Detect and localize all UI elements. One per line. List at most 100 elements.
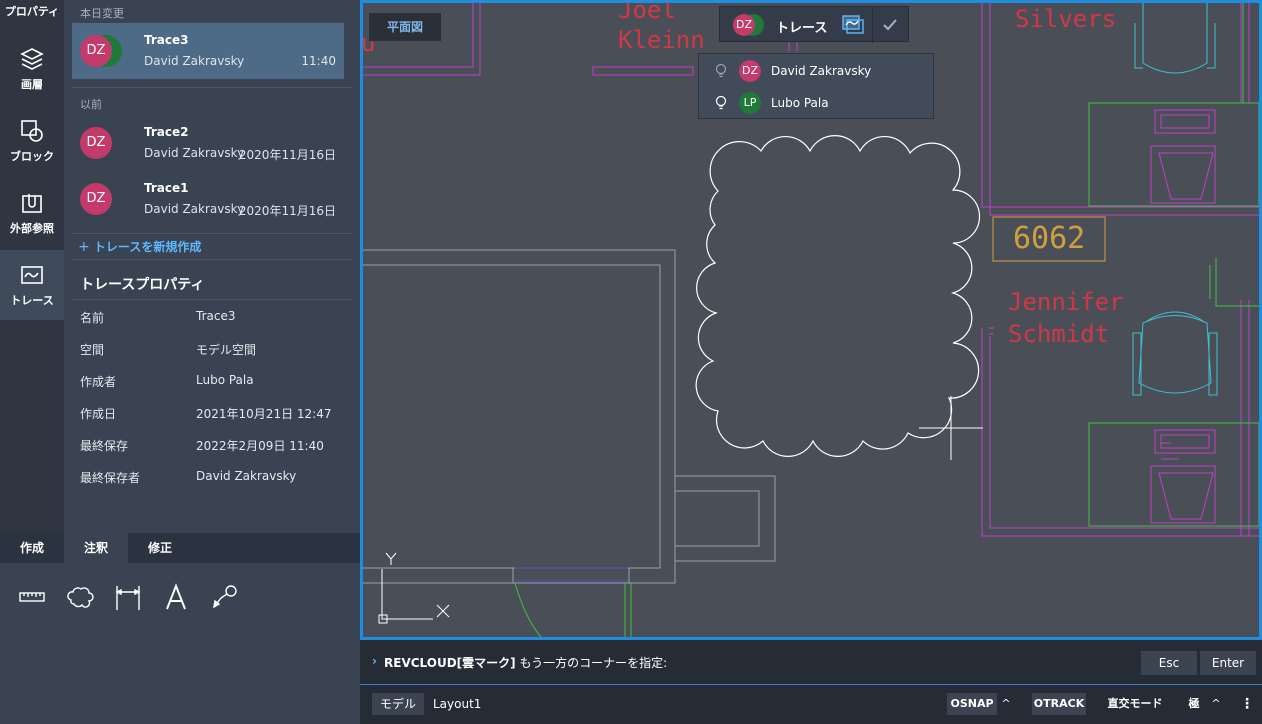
tab-create[interactable]: 作成 <box>0 533 64 563</box>
avatar: LP <box>739 92 761 114</box>
command-name: REVCLOUD[雲マーク] <box>384 656 516 670</box>
chevron-up-icon[interactable]: ^ <box>999 693 1013 715</box>
revcloud-icon <box>67 587 94 608</box>
trace-author: David Zakravsky <box>144 146 245 160</box>
property-value: Lubo Pala <box>196 373 254 387</box>
section-today: 本日変更 <box>80 7 124 20</box>
collaborators-dropdown: DZ David Zakravsky LP Lubo Pala <box>698 53 934 119</box>
otrack-toggle[interactable]: OTRACK <box>1032 693 1086 715</box>
collaborator-row[interactable]: DZ David Zakravsky <box>699 55 935 87</box>
property-key: 作成者 <box>80 375 117 389</box>
view-label-button[interactable]: 平面図 <box>369 13 441 41</box>
rail-item-label: 画層 <box>21 78 43 91</box>
trace-panel: 本日変更 DZ Trace3 David Zakravsky 11:40 以前 … <box>64 0 360 533</box>
leader-button[interactable] <box>208 581 240 613</box>
tool-tabs: 作成 注釈 修正 <box>0 533 360 563</box>
property-row: 最終保存 2022年2月09日 11:40 <box>80 437 344 457</box>
new-trace-button[interactable]: + トレースを新規作成 <box>78 238 201 255</box>
command-text: REVCLOUD[雲マーク] もう一方のコーナーを指定: <box>384 654 667 671</box>
trace-icon <box>21 266 43 284</box>
avatar: DZ <box>80 127 112 159</box>
divider <box>72 259 352 260</box>
section-earlier: 以前 <box>80 98 102 111</box>
drawing-text-jennifer: Jennifer Schmidt <box>1008 286 1124 350</box>
drawing-text-silvers: Silvers <box>1015 5 1117 33</box>
collaborator-row[interactable]: LP Lubo Pala <box>699 87 935 119</box>
lightbulb-icon[interactable] <box>715 95 727 111</box>
check-icon[interactable] <box>882 17 898 33</box>
property-value: モデル空間 <box>196 343 257 357</box>
tab-modify[interactable]: 修正 <box>128 533 192 563</box>
trace-item-trace1[interactable]: DZ Trace1 David Zakravsky 2020年11月16日 <box>72 171 344 227</box>
rail-item-block[interactable]: ブロック <box>0 106 64 176</box>
trace-date: 2020年11月16日 <box>238 148 336 162</box>
revcloud-button[interactable] <box>64 581 96 613</box>
property-key: 最終保存者 <box>80 471 141 485</box>
annotation-toolbar: 作成 注釈 修正 <box>0 533 360 724</box>
ortho-toggle[interactable]: 直交モード <box>1100 693 1170 715</box>
esc-button[interactable]: Esc <box>1141 651 1197 675</box>
more-options-icon[interactable]: ⋮ <box>1240 693 1254 715</box>
collaborator-name: Lubo Pala <box>771 96 829 110</box>
dimension-button[interactable] <box>112 581 144 613</box>
property-key: 空間 <box>80 343 105 357</box>
trace-author: David Zakravsky <box>144 54 245 68</box>
trace-view-icon[interactable] <box>842 15 864 35</box>
property-row: 最終保存者 David Zakravsky <box>80 469 344 489</box>
leader-icon <box>213 585 237 609</box>
command-line[interactable]: › REVCLOUD[雲マーク] もう一方のコーナーを指定: Esc Enter <box>360 640 1262 684</box>
rail-item-xref[interactable]: 外部参照 <box>0 178 64 248</box>
property-key: 最終保存 <box>80 439 129 453</box>
trace-item-trace3[interactable]: DZ Trace3 David Zakravsky 11:40 <box>72 23 344 79</box>
lightbulb-icon[interactable] <box>715 63 727 79</box>
tab-model[interactable]: モデル <box>372 693 425 715</box>
property-value: Trace3 <box>196 309 236 323</box>
avatar: DZ <box>80 183 112 215</box>
block-icon <box>21 120 43 142</box>
property-value: 2021年10月21日 12:47 <box>196 407 332 421</box>
properties-title: トレースプロパティ <box>80 277 205 293</box>
drawing-canvas[interactable]: Joel Kleinn u Silvers 6062 Jennifer Schm… <box>360 0 1262 640</box>
enter-button[interactable]: Enter <box>1200 651 1256 675</box>
drawing-text-room: 6062 <box>1013 221 1086 256</box>
rail-item-trace[interactable]: トレース <box>0 250 64 320</box>
property-value: 2022年2月09日 11:40 <box>196 439 324 453</box>
trace-name: Trace3 <box>144 33 189 47</box>
left-rail: プロパティ 画層 ブロック 外部参照 トレース <box>0 0 64 533</box>
drawing-text-line: Schmidt <box>1008 320 1110 348</box>
collaborator-name: David Zakravsky <box>771 64 872 78</box>
rail-item-label: トレース <box>10 294 54 307</box>
rail-item-layers[interactable]: 画層 <box>0 34 64 104</box>
new-trace-label: トレースを新規作成 <box>93 240 202 254</box>
avatar: DZ <box>739 60 761 82</box>
property-row: 作成者 Lubo Pala <box>80 373 344 393</box>
property-row: 名前 Trace3 <box>80 309 344 329</box>
trace-author: David Zakravsky <box>144 202 245 216</box>
divider <box>72 299 352 300</box>
property-key: 作成日 <box>80 407 117 421</box>
tab-layout1[interactable]: Layout1 <box>425 693 489 715</box>
trace-item-trace2[interactable]: DZ Trace2 David Zakravsky 2020年11月16日 <box>72 115 344 171</box>
text-icon <box>166 583 186 610</box>
drawing-text-joel: Joel Kleinn <box>618 0 705 55</box>
drawing-text-line: Kleinn <box>618 26 705 54</box>
avatar: DZ <box>80 35 112 67</box>
ruler-icon <box>19 592 45 602</box>
polar-toggle[interactable]: 極 <box>1186 693 1202 715</box>
chevron-up-icon[interactable]: ^ <box>1209 693 1223 715</box>
toolbar-separator <box>872 7 873 43</box>
rail-item-label: ブロック <box>10 150 54 163</box>
measure-button[interactable] <box>16 581 48 613</box>
avatar[interactable]: DZ <box>733 14 755 36</box>
drawing-text-line: Jennifer <box>1008 288 1124 316</box>
drawing-text-line: Joel <box>618 0 676 24</box>
trace-date: 2020年11月16日 <box>238 204 336 218</box>
text-button[interactable] <box>160 581 192 613</box>
property-value: David Zakravsky <box>196 469 297 483</box>
tab-annotate[interactable]: 注釈 <box>64 533 128 563</box>
rail-item-label: 外部参照 <box>10 222 54 235</box>
divider <box>72 233 352 234</box>
command-prompt: もう一方のコーナーを指定: <box>519 656 668 670</box>
osnap-toggle[interactable]: OSNAP <box>947 693 997 715</box>
property-row: 作成日 2021年10月21日 12:47 <box>80 405 344 425</box>
